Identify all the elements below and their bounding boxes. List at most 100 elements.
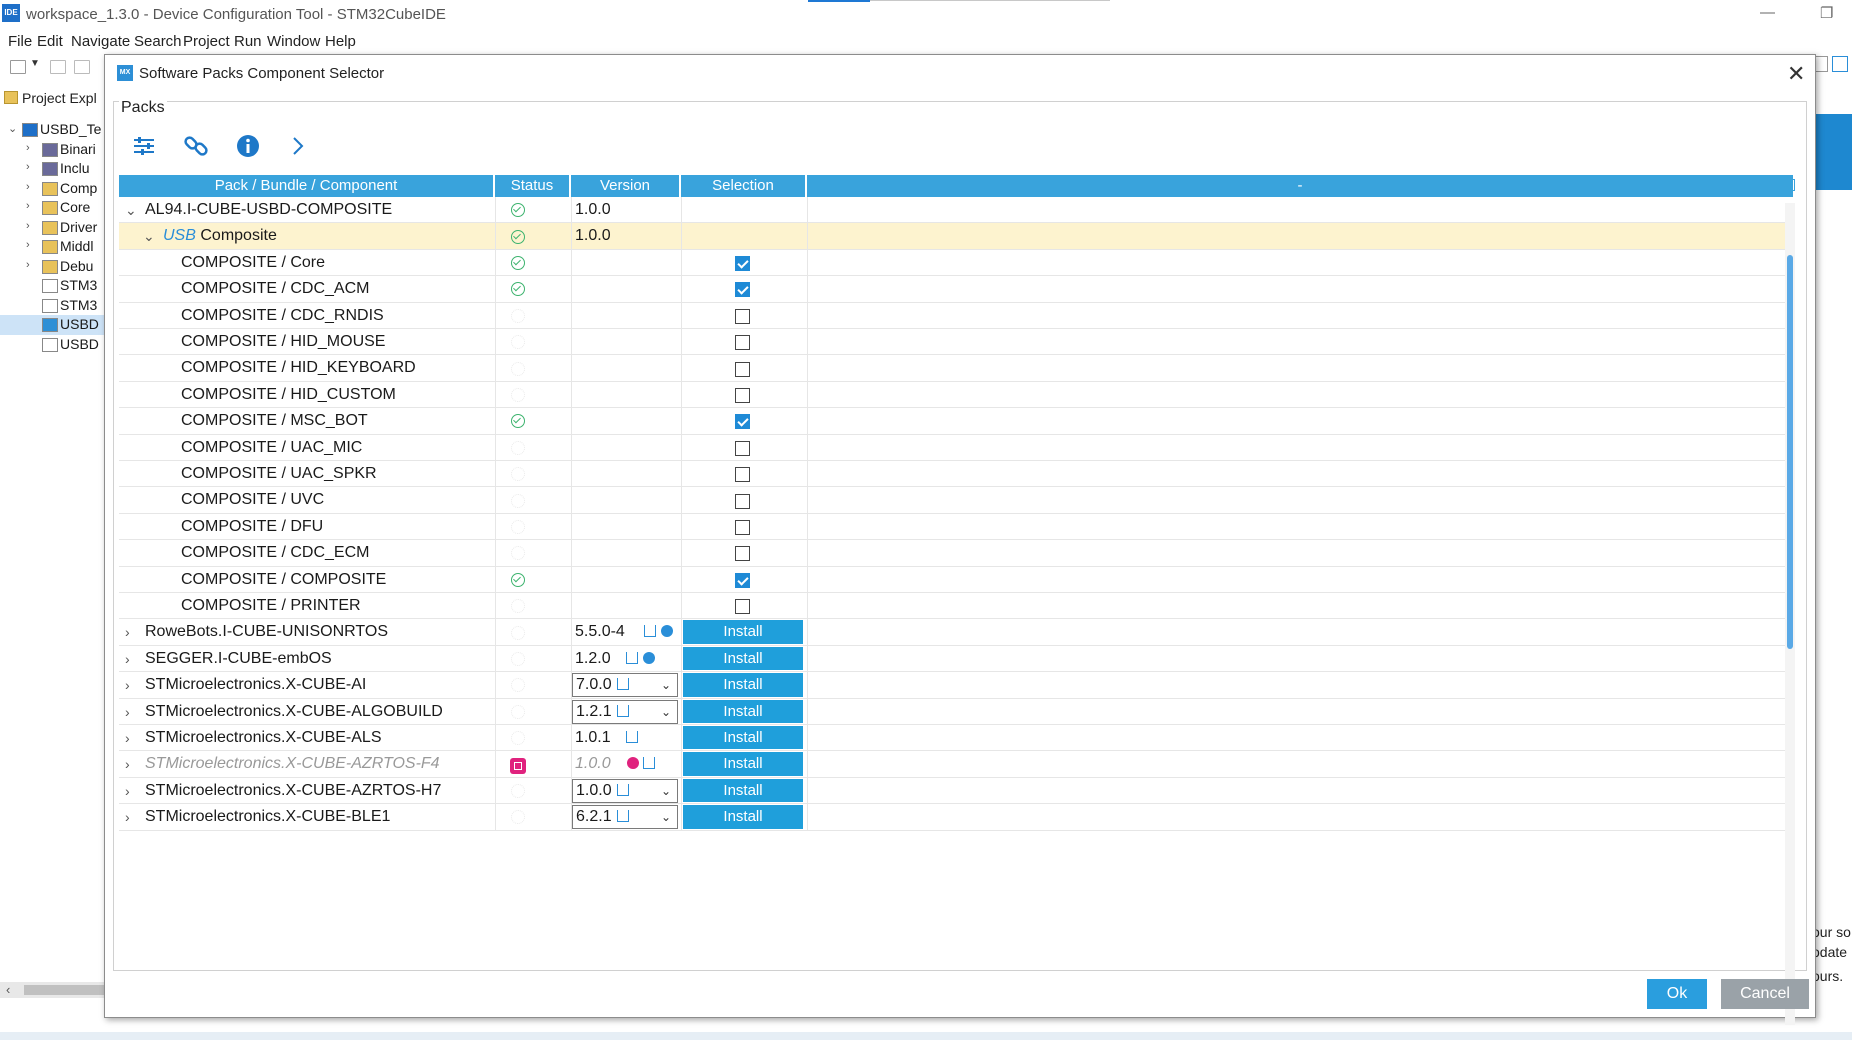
- chevron-right-icon[interactable]: [283, 131, 313, 161]
- download-icon[interactable]: [626, 731, 638, 743]
- chevron-down-icon[interactable]: ⌄: [661, 701, 671, 723]
- download-icon[interactable]: [617, 678, 629, 691]
- install-button[interactable]: Install: [683, 805, 803, 829]
- minimize-icon[interactable]: —: [1760, 4, 1775, 21]
- explorer-hscrollbar[interactable]: ‹: [0, 982, 106, 998]
- header-extra[interactable]: -: [807, 175, 1793, 197]
- tree-item[interactable]: › Core: [0, 198, 106, 218]
- menu-run[interactable]: Run: [234, 33, 262, 50]
- header-version[interactable]: Version: [571, 175, 681, 197]
- save-all-icon[interactable]: [74, 60, 90, 74]
- version-dropdown[interactable]: 1.2.1 ⌄: [572, 699, 678, 724]
- link-icon[interactable]: [181, 131, 211, 161]
- version-dropdown[interactable]: 7.0.0 ⌄: [572, 673, 678, 698]
- chevron-right-icon[interactable]: ›: [26, 181, 30, 193]
- tree-item[interactable]: › Comp: [0, 179, 106, 199]
- table-row[interactable]: › RoweBots.I-CUBE-UNISONRTOS 5.5.0-4 Instal…: [119, 619, 1793, 646]
- install-button[interactable]: Install: [683, 673, 803, 697]
- chevron-right-icon[interactable]: ›: [26, 161, 30, 173]
- tree-item[interactable]: › Debu: [0, 257, 106, 277]
- cube-perspective-icon[interactable]: [1832, 56, 1848, 72]
- component-checkbox[interactable]: [735, 440, 750, 456]
- install-button[interactable]: Install: [683, 620, 803, 644]
- component-checkbox[interactable]: [735, 308, 750, 324]
- table-row[interactable]: › STMicroelectronics.X-CUBE-AZRTOS-H7 1.0.…: [119, 777, 1793, 805]
- chevron-right-icon[interactable]: ›: [125, 751, 130, 777]
- table-vscrollbar[interactable]: [1785, 203, 1795, 1025]
- chevron-right-icon[interactable]: ›: [26, 259, 30, 271]
- scroll-thumb[interactable]: [24, 985, 106, 995]
- table-row[interactable]: › STMicroelectronics.X-CUBE-AZRTOS-F4 1.0.…: [119, 751, 1793, 778]
- table-row[interactable]: COMPOSITE / COMPOSITE: [119, 566, 1793, 593]
- header-status[interactable]: Status: [495, 175, 571, 197]
- chevron-down-icon[interactable]: ⌄: [125, 197, 137, 223]
- component-checkbox[interactable]: [735, 467, 750, 483]
- download-icon[interactable]: [617, 783, 629, 796]
- chevron-right-icon[interactable]: ›: [26, 200, 30, 212]
- tree-item[interactable]: › Driver: [0, 218, 106, 238]
- filter-settings-icon[interactable]: [129, 131, 159, 161]
- download-icon[interactable]: [644, 625, 656, 638]
- chevron-right-icon[interactable]: ›: [125, 778, 130, 804]
- tree-item[interactable]: STM3: [0, 296, 106, 316]
- menu-project[interactable]: Project: [183, 33, 230, 50]
- menu-navigate[interactable]: Navigate: [71, 33, 130, 50]
- tree-item[interactable]: › Inclu: [0, 159, 106, 179]
- menu-file[interactable]: File: [8, 33, 32, 50]
- component-checkbox[interactable]: [735, 387, 750, 403]
- table-row[interactable]: COMPOSITE / UAC_MIC: [119, 434, 1793, 461]
- table-row[interactable]: COMPOSITE / HID_KEYBOARD: [119, 355, 1793, 382]
- table-row[interactable]: COMPOSITE / CDC_ACM: [119, 276, 1793, 303]
- tree-item[interactable]: USBD: [0, 335, 106, 355]
- close-icon[interactable]: ✕: [1787, 61, 1805, 87]
- chevron-down-icon[interactable]: ⌄: [661, 674, 671, 696]
- component-checkbox[interactable]: [735, 519, 750, 535]
- tree-item[interactable]: › Middl: [0, 237, 106, 257]
- table-row[interactable]: › SEGGER.I-CUBE-embOS 1.2.0 Install: [119, 645, 1793, 673]
- install-button[interactable]: Install: [683, 778, 803, 803]
- save-icon[interactable]: [50, 60, 66, 74]
- chevron-right-icon[interactable]: ›: [26, 220, 30, 232]
- tree-item[interactable]: ⌄ USBD_Te: [0, 120, 106, 140]
- component-checkbox[interactable]: [735, 572, 750, 588]
- chevron-right-icon[interactable]: ›: [125, 672, 130, 698]
- tree-item[interactable]: USBD: [0, 315, 106, 335]
- component-checkbox[interactable]: [735, 335, 750, 351]
- install-button[interactable]: Install: [683, 646, 803, 671]
- table-row[interactable]: › STMicroelectronics.X-CUBE-AI 7.0.0 ⌄ Insta…: [119, 672, 1793, 699]
- table-row[interactable]: COMPOSITE / UAC_SPKR: [119, 461, 1793, 488]
- download-icon[interactable]: [626, 651, 638, 664]
- download-icon[interactable]: [617, 704, 629, 717]
- chevron-right-icon[interactable]: ›: [26, 142, 30, 154]
- chevron-right-icon[interactable]: ›: [26, 239, 30, 251]
- component-checkbox[interactable]: [735, 255, 750, 271]
- chevron-right-icon[interactable]: ›: [125, 699, 130, 725]
- table-row[interactable]: COMPOSITE / HID_CUSTOM: [119, 381, 1793, 409]
- info-icon[interactable]: [233, 131, 263, 161]
- expand-columns-icon[interactable]: [1785, 179, 1795, 191]
- install-button[interactable]: Install: [683, 699, 803, 723]
- menu-edit[interactable]: Edit: [37, 33, 63, 50]
- chevron-right-icon[interactable]: ›: [125, 725, 130, 751]
- table-row[interactable]: COMPOSITE / HID_MOUSE: [119, 329, 1793, 356]
- table-row[interactable]: COMPOSITE / DFU: [119, 513, 1793, 541]
- component-checkbox[interactable]: [735, 493, 750, 509]
- header-selection[interactable]: Selection: [681, 175, 807, 197]
- new-icon[interactable]: [10, 60, 26, 74]
- component-checkbox[interactable]: [735, 282, 750, 298]
- download-icon[interactable]: [617, 810, 629, 823]
- component-checkbox[interactable]: [735, 599, 750, 615]
- chevron-down-icon[interactable]: ⌄: [143, 223, 155, 249]
- download-icon[interactable]: [643, 757, 655, 770]
- header-name[interactable]: Pack / Bundle / Component: [119, 175, 495, 197]
- project-explorer-tab[interactable]: Project Expl: [4, 90, 97, 106]
- menu-window[interactable]: Window: [267, 33, 320, 50]
- globe-icon[interactable]: [661, 625, 673, 638]
- vscroll-thumb[interactable]: [1787, 255, 1793, 649]
- table-row[interactable]: COMPOSITE / PRINTER: [119, 593, 1793, 620]
- new-dropdown-icon[interactable]: ▼: [30, 58, 40, 69]
- table-row[interactable]: › STMicroelectronics.X-CUBE-ALGOBUILD 1.2.…: [119, 698, 1793, 725]
- table-row[interactable]: COMPOSITE / MSC_BOT: [119, 408, 1793, 435]
- cancel-button[interactable]: Cancel: [1721, 979, 1809, 1009]
- version-dropdown[interactable]: 6.2.1 ⌄: [572, 805, 678, 830]
